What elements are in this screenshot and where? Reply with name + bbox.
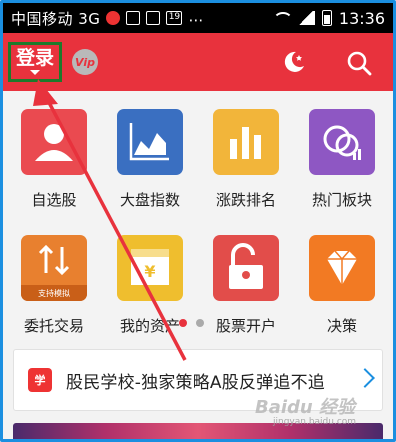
bar-chart-icon [213,109,279,175]
status-bar: 中国移动 3G 19 ⋯ 13:36 [3,3,393,33]
tile-label: 决策 [326,317,357,335]
banner-text: 股民学校-独家策略A股反弹追不追 [66,372,325,393]
tile-watchlist[interactable]: 自选股 [6,109,102,210]
sim-badge: 19 [166,11,183,25]
unlock-icon [213,235,279,301]
tile-hot-sectors[interactable]: 热门板块 [294,109,390,210]
tile-label: 热门板块 [311,191,372,209]
tile-ranking[interactable]: 涨跌排名 [198,109,294,210]
page-indicator [179,319,204,327]
image-icon [126,11,141,25]
search-icon[interactable] [345,49,373,77]
caret-down-icon [30,70,40,75]
battery-icon [321,10,332,26]
night-mode-icon[interactable] [279,48,307,76]
page-dot [196,319,204,327]
trade-icon: 支持模拟 [21,235,87,301]
person-icon [21,109,87,175]
app-header: 登录 Vip [3,33,393,91]
clock-time: 13:36 [338,8,385,28]
svg-text:¥: ¥ [144,262,155,281]
login-button[interactable]: 登录 [8,42,62,82]
tile-label: 涨跌排名 [215,191,276,209]
diamond-icon [309,235,375,301]
tile-label: 自选股 [31,191,77,209]
area-chart-icon [117,109,183,175]
login-label: 登录 [15,47,54,69]
more-dots-icon: ⋯ [188,11,204,29]
carrier-label: 中国移动 3G [11,9,101,28]
school-icon: 学 [28,368,52,392]
watermark-url: jingyan.baidu.com [273,417,357,427]
vip-badge[interactable]: Vip [72,49,98,75]
notification-icon [106,11,121,25]
shopping-icon [146,11,161,25]
watermark-logo: Baidu 经验 [255,397,356,418]
tile-label: 委托交易 [23,317,84,335]
wifi-icon [272,11,290,25]
wallet-icon: ¥ [117,235,183,301]
tile-sub-label: 支持模拟 [38,288,70,298]
tile-label: 股票开户 [215,317,276,335]
tile-trading[interactable]: 支持模拟 委托交易 [6,235,102,336]
status-right: 13:36 [272,9,385,28]
tile-decision[interactable]: 决策 [294,235,390,336]
tile-open-account[interactable]: 股票开户 [198,235,294,336]
tile-market-index[interactable]: 大盘指数 [102,109,198,210]
sector-icon [309,109,375,175]
page-dot-active [179,319,187,327]
tile-label: 大盘指数 [119,191,180,209]
app-screen: 中国移动 3G 19 ⋯ 13:36 登录 Vip 自选股 大盘指数 涨跌排名 … [0,0,396,442]
signal-icon [296,11,315,25]
chevron-right-icon [355,368,375,388]
